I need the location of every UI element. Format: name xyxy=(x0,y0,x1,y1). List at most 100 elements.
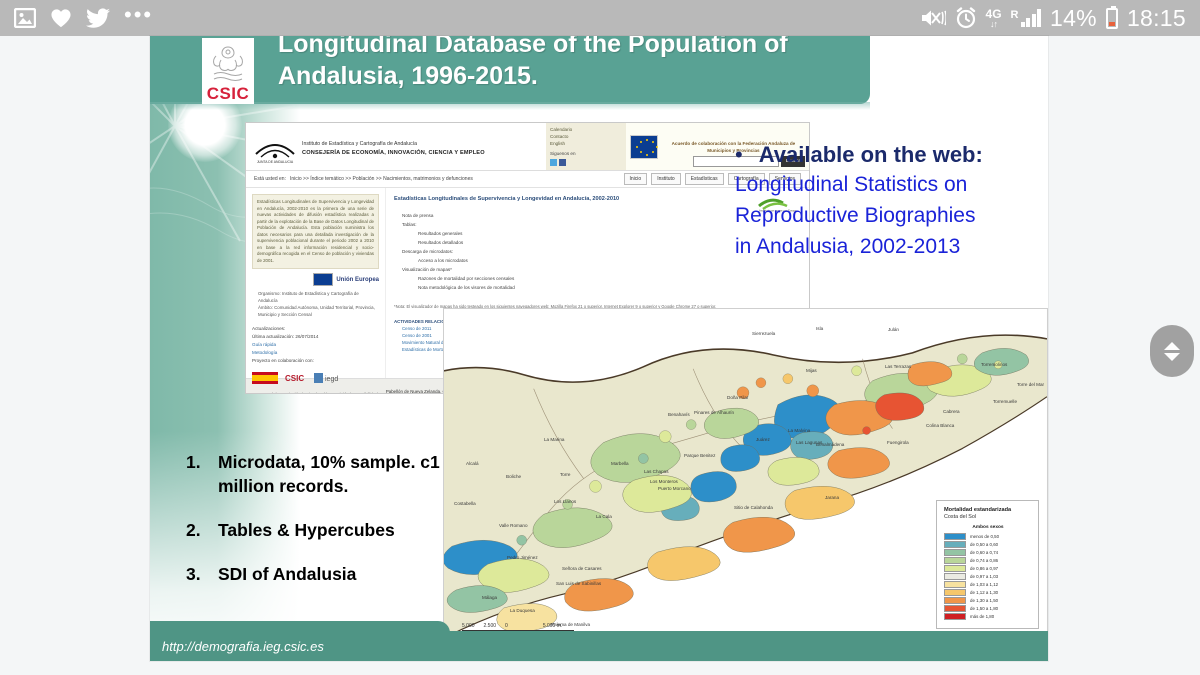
overflow-dots-icon[interactable]: ••• xyxy=(124,3,153,27)
website-brand-line1: Instituto de Estadística y Cartografía d… xyxy=(302,140,418,147)
legend-item: de 0,74 a 0,86 xyxy=(944,557,1032,564)
tab-instituto[interactable]: Instituto xyxy=(651,173,681,185)
list-item-number: 3. xyxy=(186,564,201,584)
legend-item: de 0,60 a 0,74 xyxy=(944,549,1032,556)
chevron-up-icon[interactable] xyxy=(1164,341,1180,350)
scale-number: 5.000 m. xyxy=(542,623,563,629)
slide-footer-url-bar: http://demografia.ieg.csic.es xyxy=(150,621,1048,661)
map-label: Parque Benitez xyxy=(684,453,716,458)
tab-estadisticas[interactable]: Estadísticas xyxy=(684,173,724,185)
website-brand-line2: CONSEJERÍA DE ECONOMÍA, INNOVACIÓN, CIEN… xyxy=(302,149,485,156)
publication-link-line3[interactable]: in Andalusia, 2002-2013 xyxy=(735,232,1035,261)
legend-item: de 0,50 a 0,60 xyxy=(944,541,1032,548)
footer-links[interactable]: Mapa web | Suscripción | Aviso legal | T… xyxy=(254,392,378,393)
csic-small-logo-icon: CSIC xyxy=(285,374,304,383)
status-bar-left-icons: ••• xyxy=(14,3,153,28)
chevron-down-icon[interactable] xyxy=(1164,352,1180,361)
bullet-icon: • xyxy=(735,142,743,167)
social-icons[interactable] xyxy=(550,159,622,166)
twitter-small-icon[interactable] xyxy=(550,159,557,166)
publication-link-line2[interactable]: Reproductive Biographies xyxy=(735,201,1035,230)
spain-flag-logo-icon xyxy=(252,372,278,384)
heart-icon[interactable] xyxy=(50,8,72,28)
scale-number: 2.500 xyxy=(483,623,497,629)
scroll-handle[interactable] xyxy=(1150,325,1194,377)
slide-footer-url[interactable]: http://demografia.ieg.csic.es xyxy=(162,639,324,654)
alarm-clock-icon xyxy=(955,7,977,29)
legend-item: de 1,50 a 1,80 xyxy=(944,605,1032,612)
main-list-item-8[interactable]: Nota metodológica de los visores de mort… xyxy=(394,283,803,292)
legend-swatch xyxy=(944,541,966,548)
legend-label: de 1,03 a 1,12 xyxy=(970,582,999,587)
map-label: Doña Pilar xyxy=(727,395,749,400)
collab-label: Proyecto en colaboración con: xyxy=(252,358,314,363)
scale-number: 0 xyxy=(505,623,508,629)
csic-crest-icon xyxy=(213,46,243,81)
map-label: Torre xyxy=(560,472,571,477)
map-label: Señora de Casares xyxy=(562,566,602,571)
list-item: 2. Tables & Hypercubes xyxy=(186,518,456,542)
map-label: Julán xyxy=(888,327,899,332)
image-icon[interactable] xyxy=(14,8,36,28)
legend-item: de 1,12 a 1,30 xyxy=(944,589,1032,596)
legend-label: de 1,30 a 1,50 xyxy=(970,598,999,603)
map-label: Mijas xyxy=(806,368,817,373)
legend-swatch xyxy=(944,597,966,604)
map-label: Colina Blanca xyxy=(926,423,955,428)
sidebar-logos: CSIC iegd xyxy=(252,372,379,384)
mortality-map[interactable]: Mijas Las Terrazas Torremolinos Torre de… xyxy=(443,308,1048,644)
map-label: Torremuelle xyxy=(993,399,1017,404)
legend-item: de 0,86 a 0,97 xyxy=(944,565,1032,572)
legend-label: de 0,60 a 0,74 xyxy=(970,550,999,555)
sidebar-links[interactable]: Actualizaciones: Última actualización: 2… xyxy=(252,325,379,365)
tab-inicio[interactable]: Inicio xyxy=(623,173,648,185)
website-brand: JUNTA DE ANDALUCIA Instituto de Estadíst… xyxy=(246,123,546,170)
breadcrumb-prefix: Está usted en: xyxy=(254,176,286,182)
main-list-item-6[interactable]: Visualización de mapas* xyxy=(394,265,803,274)
legend-item: de 0,97 a 1,03 xyxy=(944,573,1032,580)
available-on-web-block: • Available on the web: Longitudinal Sta… xyxy=(735,142,1035,261)
eu-label: Unión Europea xyxy=(336,276,379,283)
available-heading: Available on the web: xyxy=(758,142,983,167)
legend-item: más de 1,80 xyxy=(944,613,1032,620)
link-metodologia[interactable]: Metodología xyxy=(252,349,379,357)
map-label: Alcalá xyxy=(466,461,479,466)
breadcrumb[interactable]: Inicio >> Índice temático >> Población >… xyxy=(290,176,473,182)
legend-subtitle: Costa del Sol xyxy=(944,514,977,520)
network-type-label: 4G xyxy=(985,6,1002,21)
map-legend: Mortalidad estandarizada Costa del Sol A… xyxy=(936,500,1039,629)
slide-image[interactable]: CSIC Longitudinal Database of the Popula… xyxy=(150,36,1048,661)
csic-logo: CSIC xyxy=(202,38,254,104)
map-label: Sitio de Calahonda xyxy=(734,505,773,510)
publication-link-line1[interactable]: Longitudinal Statistics on xyxy=(735,170,1035,199)
legend-swatch xyxy=(944,613,966,620)
website-sidebar: Estadísticas Longitudinales de Supervive… xyxy=(246,188,386,384)
updates-item: Última actualización: 26/07/2014 xyxy=(252,334,319,339)
twitter-icon[interactable] xyxy=(86,8,110,28)
corner-link-calendario[interactable]: Calendario xyxy=(550,126,622,133)
eu-flag-icon xyxy=(630,134,658,159)
corner-link-contacto[interactable]: Contacto xyxy=(550,133,622,140)
map-label: Las Chapas xyxy=(644,469,669,474)
map-label: Los Llanos xyxy=(554,499,577,504)
link-guia-rapida[interactable]: Guía rápida xyxy=(252,341,379,349)
roaming-label: R xyxy=(1010,9,1019,21)
corner-link-english[interactable]: English xyxy=(550,140,622,147)
page-background: CSIC Longitudinal Database of the Popula… xyxy=(0,36,1200,675)
sidebar-meta-organismo: Organismo: Instituto de Estadística y Ca… xyxy=(258,291,359,303)
eu-flag-small-icon xyxy=(313,273,334,286)
svg-text:iegd: iegd xyxy=(325,376,338,383)
slide-title: Longitudinal Database of the Population … xyxy=(278,36,788,90)
facebook-small-icon[interactable] xyxy=(559,159,566,166)
map-label: Costabella xyxy=(454,501,476,506)
website-corner-links[interactable]: Calendario Contacto English Siguenos en xyxy=(546,123,626,170)
main-list-item-7[interactable]: Razones de mortalidad por secciones cens… xyxy=(394,274,803,283)
legend-label: de 1,50 a 1,80 xyxy=(970,606,999,611)
map-label: Torremolinos xyxy=(981,362,1008,367)
list-item-text: SDI of Andalusia xyxy=(218,564,357,584)
legend-label: menos de 0,50 xyxy=(970,534,1000,539)
legend-swatch xyxy=(944,549,966,556)
updates-label: Actualizaciones: xyxy=(252,326,286,331)
list-item-text: Tables & Hypercubes xyxy=(218,520,395,540)
data-arrows-icon: ↓↑ xyxy=(990,18,998,29)
